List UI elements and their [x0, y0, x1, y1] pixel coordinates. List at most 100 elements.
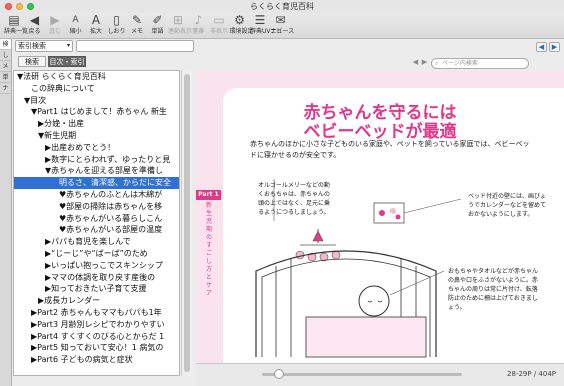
- tree-item[interactable]: ▶分娩・出産: [14, 118, 179, 130]
- toolbar-button-back-arrow[interactable]: ◀ 戻る: [25, 13, 45, 39]
- tree-item[interactable]: ▼Part1 はじめまして！赤ちゃん 新生: [14, 106, 179, 118]
- window-controls: [5, 3, 34, 10]
- tree-item[interactable]: ▶数字にとらわれず、ゆったりと見: [14, 154, 179, 166]
- toolbar-button-label: メモ: [130, 28, 143, 35]
- tree-item[interactable]: ♥部屋の掃除は赤ちゃんを移: [14, 201, 179, 213]
- toolbar-button-label: 辞典一覧: [4, 28, 29, 35]
- toolbar-button-font-smaller[interactable]: A 縮小: [66, 13, 86, 39]
- tree-item[interactable]: ▶Part6 子どもの病気と症状: [14, 354, 179, 366]
- toolbar-button-label: 環境設定: [229, 28, 254, 35]
- toolbar-button-label: 単語: [151, 28, 164, 35]
- left-tab-0[interactable]: 検: [0, 39, 11, 50]
- tree-item[interactable]: ▶“じーじ”や“ばーば”のため: [14, 248, 179, 260]
- word-icon: ✐: [152, 13, 163, 27]
- search-prev-icon[interactable]: ◀: [411, 58, 420, 68]
- tree-item[interactable]: ▶パパも育児を楽しんで: [14, 236, 179, 248]
- search-icon: ⌕: [435, 60, 439, 67]
- news-icon: ✉: [275, 13, 286, 27]
- toolbar-button-label: 進む: [48, 28, 61, 35]
- tree-item[interactable]: ▶知っておきたい子育て支援: [14, 283, 179, 295]
- sidebar-segment-control: 検索 目次・索引: [13, 56, 196, 68]
- contents-tree: ▼法研 らくらく育児百科 この辞典について ▼目次 ▼Part1 はじめまして！赤ちゃ…: [13, 70, 180, 376]
- minimize-window-button[interactable]: [16, 3, 23, 10]
- toolbar-button-books[interactable]: ▤ 辞典一覧: [4, 13, 29, 39]
- toolbar-button-font-larger[interactable]: A 拡大: [86, 13, 106, 39]
- tree-item[interactable]: ▼新生児期: [14, 130, 179, 142]
- tab-contents-index[interactable]: 目次・索引: [48, 56, 86, 67]
- title-bar: らくらく育児百科: [0, 0, 564, 13]
- prev-page-button[interactable]: ◀: [536, 42, 547, 52]
- toolbar-button-label: 非表示: [209, 28, 228, 35]
- toolbar-button-navi[interactable]: ☰ 辞典UVナビ: [250, 13, 283, 39]
- toolbar-button-label: 連動表示する: [168, 28, 205, 35]
- calendar-callout-line: [403, 198, 462, 214]
- toolbar-button-settings[interactable]: ⚙ 環境設定: [229, 13, 254, 39]
- search-input[interactable]: [76, 40, 194, 52]
- tree-item[interactable]: ▶Part2 赤ちゃんもママもパパも1年: [14, 307, 179, 319]
- settings-icon: ⚙: [234, 13, 245, 27]
- wall-calendar-icon: [373, 202, 405, 224]
- speaker-icon: ♪: [194, 13, 203, 27]
- tree-item[interactable]: ▶いっぱい抱っこでスキンシップ: [14, 260, 179, 272]
- page-info: 28-29P / 404P: [507, 370, 556, 378]
- tree-item[interactable]: ▼目次: [14, 95, 179, 107]
- search-next-icon[interactable]: ▶: [420, 58, 429, 68]
- toolbar-button-label: 辞典UVナビ: [250, 28, 283, 35]
- window-title: らくらく育児百科: [250, 2, 314, 11]
- tree-item[interactable]: 明るさ、清潔感、からだに安全: [14, 177, 179, 189]
- page-slider-knob[interactable]: [274, 369, 284, 379]
- tree-item[interactable]: ▼法研 らくらく育児百科: [14, 71, 179, 83]
- hide-icon: ▭: [213, 13, 225, 27]
- navi-icon: ☰: [254, 13, 266, 27]
- font-larger-icon: A: [91, 13, 101, 27]
- scrollbar-thumb[interactable]: [184, 74, 190, 372]
- tree-item[interactable]: ♥赤ちゃんのふとんは木綿が: [14, 189, 179, 201]
- crib-icon: [255, 250, 437, 358]
- tree-item[interactable]: ▶出産おめでとう！: [14, 142, 179, 154]
- left-tab-2[interactable]: メ: [0, 61, 11, 72]
- tree-item[interactable]: ♥赤ちゃんがいる暮らしこん: [14, 213, 179, 225]
- left-tab-4[interactable]: ナ: [0, 83, 11, 94]
- toolbar-button-memo[interactable]: ✎ メモ: [127, 13, 147, 39]
- tree-item[interactable]: ▶Part4 すくすくのびる心とからだ 1: [14, 331, 179, 343]
- zoom-window-button[interactable]: [27, 3, 34, 10]
- toolbar-button-speaker[interactable]: ♪ 音声: [189, 13, 209, 39]
- page-search-input[interactable]: ⌕ ページ内検索: [431, 58, 529, 69]
- toolbar-button-label: 音声: [192, 28, 205, 35]
- tree-item[interactable]: ▶成長カレンダー: [14, 295, 179, 307]
- search-mode-select[interactable]: 索引検索 ▾: [15, 40, 73, 52]
- toolbar-button-link[interactable]: ⊞ 連動表示する: [168, 13, 205, 39]
- bookmark-icon: ▯: [113, 13, 120, 27]
- tab-search[interactable]: 検索: [18, 56, 46, 67]
- tree-item[interactable]: ▶Part3 月齢別レシピでわかりやすい: [14, 319, 179, 331]
- toolbar-button-label: しおり: [107, 28, 126, 35]
- tree-item[interactable]: この辞典について: [14, 83, 179, 95]
- tree-scrollbar[interactable]: [181, 70, 192, 376]
- toolbar-button-label: ニュース: [270, 28, 295, 35]
- toolbar-button-news[interactable]: ✉ ニュース: [270, 13, 295, 39]
- toolbar: ▤ 辞典一覧 ◀ 戻る ▶ 進む A 縮小 A 拡大 ▯ しおり ✎ メモ ✐ 単語 ⊞ 連動表示する ♪ 音声 ▭ 非表…: [0, 13, 564, 39]
- toolbar-button-word[interactable]: ✐ 単語: [148, 13, 168, 39]
- close-window-button[interactable]: [5, 3, 12, 10]
- tree-item[interactable]: ♥赤ちゃんがいる部屋の温度: [14, 224, 179, 236]
- toolbar-button-hide[interactable]: ▭ 非表示: [209, 13, 229, 39]
- toolbar-button-label: 戻る: [28, 28, 41, 35]
- font-smaller-icon: A: [72, 15, 79, 25]
- next-page-button[interactable]: ▶: [549, 42, 560, 52]
- back-arrow-icon: ◀: [29, 13, 40, 27]
- search-row: 索引検索 ▾: [13, 40, 196, 54]
- left-tab-1[interactable]: し: [0, 50, 11, 61]
- toolbar-button-forward-arrow[interactable]: ▶ 進む: [45, 13, 65, 39]
- toolbar-button-bookmark[interactable]: ▯ しおり: [107, 13, 127, 39]
- forward-arrow-icon: ▶: [50, 13, 60, 27]
- nav-buttons: ◀ ▶: [536, 42, 560, 52]
- left-tab-3[interactable]: 単: [0, 72, 11, 83]
- books-icon: ▤: [8, 13, 20, 27]
- memo-icon: ✎: [131, 13, 143, 27]
- page-slider[interactable]: [262, 373, 462, 376]
- tree-item[interactable]: ▶ママの体調を取り戻す産後の: [14, 272, 179, 284]
- tree-item[interactable]: ▶Part5 知っておいて安心！1 病気の: [14, 342, 179, 354]
- tree-item[interactable]: ▼赤ちゃんを迎える部屋を準備し: [14, 165, 179, 177]
- search-mode-label: 索引検索: [18, 42, 46, 50]
- toolbar-button-label: 拡大: [89, 28, 102, 35]
